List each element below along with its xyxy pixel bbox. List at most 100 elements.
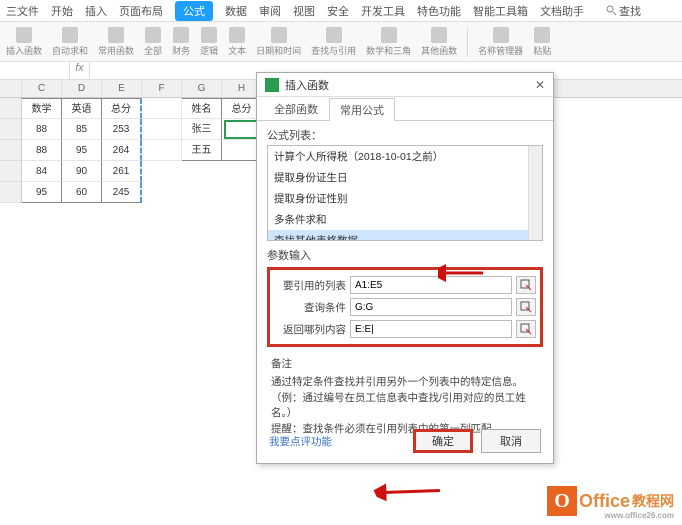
corner-cell[interactable] <box>0 80 22 97</box>
list-item[interactable]: 提取身份证性别 <box>268 188 542 209</box>
col-F[interactable]: F <box>142 80 182 97</box>
grid-icon <box>145 27 161 43</box>
cell-G2[interactable]: 张三 <box>182 119 222 140</box>
lookup-icon <box>326 27 342 43</box>
menu-layout[interactable]: 页面布局 <box>119 3 163 19</box>
menu-doc[interactable]: 文档助手 <box>540 3 584 19</box>
calendar-icon <box>271 27 287 43</box>
ribbon-common[interactable]: 常用函数 <box>98 27 134 57</box>
cell-D3[interactable]: 95 <box>62 140 102 161</box>
range-select-button[interactable] <box>516 320 536 338</box>
menu-special[interactable]: 特色功能 <box>417 3 461 19</box>
formula-list[interactable]: 计算个人所得税（2018-10-01之前） 提取身份证生日 提取身份证性别 多条… <box>267 145 543 241</box>
name-icon <box>493 27 509 43</box>
scrollbar[interactable] <box>528 146 542 240</box>
param-input-cond[interactable] <box>350 298 512 316</box>
menu-dev[interactable]: 开发工具 <box>361 3 405 19</box>
param-box: 要引用的列表 查询条件 返回哪列内容 <box>267 267 543 347</box>
ribbon-text[interactable]: 文本 <box>228 27 246 57</box>
menu-start[interactable]: 开始 <box>51 3 73 19</box>
col-G[interactable]: G <box>182 80 222 97</box>
fx-icon <box>16 27 32 43</box>
menu-formula[interactable]: 公式 <box>175 1 213 21</box>
feedback-link[interactable]: 我要点评功能 <box>269 434 332 449</box>
text-icon <box>229 27 245 43</box>
cell-G3[interactable]: 王五 <box>182 140 222 161</box>
list-item[interactable]: 提取身份证生日 <box>268 167 542 188</box>
cell-F1[interactable] <box>142 98 182 119</box>
dialog-footer: 我要点评功能 确定 取消 <box>257 429 553 453</box>
menu-review[interactable]: 审阅 <box>259 3 281 19</box>
ribbon-all[interactable]: 全部 <box>144 27 162 57</box>
range-select-button[interactable] <box>516 298 536 316</box>
logic-icon <box>201 27 217 43</box>
ribbon-other[interactable]: 其他函数 <box>421 27 457 57</box>
ribbon-paste[interactable]: 粘贴 <box>533 27 551 57</box>
cell-E3[interactable]: 264 <box>102 140 142 161</box>
ribbon-date[interactable]: 日期和时间 <box>256 27 301 57</box>
list-item[interactable]: 多条件求和 <box>268 209 542 230</box>
tab-all-fn[interactable]: 全部函数 <box>263 97 329 120</box>
row-hdr[interactable] <box>0 161 22 182</box>
menu-insert[interactable]: 插入 <box>85 3 107 19</box>
ribbon-autosum[interactable]: 自动求和 <box>52 27 88 57</box>
col-C[interactable]: C <box>22 80 62 97</box>
list-item[interactable]: 计算个人所得税（2018-10-01之前） <box>268 146 542 167</box>
ribbon-math[interactable]: 数学和三角 <box>366 27 411 57</box>
cell-C4[interactable]: 84 <box>22 161 62 182</box>
menu-view[interactable]: 视图 <box>293 3 315 19</box>
list-item-selected[interactable]: 查找其他表格数据 <box>268 230 542 241</box>
col-E[interactable]: E <box>102 80 142 97</box>
cell-D2[interactable]: 85 <box>62 119 102 140</box>
money-icon <box>173 27 189 43</box>
row-hdr[interactable] <box>0 140 22 161</box>
row-hdr[interactable] <box>0 119 22 140</box>
name-box[interactable] <box>0 62 70 79</box>
cell-E1[interactable]: 总分 <box>102 98 142 119</box>
math-icon <box>381 27 397 43</box>
paste-icon <box>534 27 550 43</box>
ribbon-name-mgr[interactable]: 名称管理器 <box>478 27 523 57</box>
logo-icon: O <box>547 486 577 516</box>
param-label-ret: 返回哪列内容 <box>274 322 346 337</box>
cell-E5[interactable]: 245 <box>102 182 142 203</box>
cell-C1[interactable]: 数学 <box>22 98 62 119</box>
menu-file[interactable]: 三文件 <box>6 3 39 19</box>
menu-security[interactable]: 安全 <box>327 3 349 19</box>
menu-search[interactable]: 查找 <box>606 3 641 19</box>
cell-C3[interactable]: 88 <box>22 140 62 161</box>
cell-C2[interactable]: 88 <box>22 119 62 140</box>
cell-E2[interactable]: 253 <box>102 119 142 140</box>
cell-F2[interactable] <box>142 119 182 140</box>
logo-brand: Office <box>579 491 630 512</box>
ok-button[interactable]: 确定 <box>413 429 473 453</box>
cell-G1[interactable]: 姓名 <box>182 98 222 119</box>
range-icon <box>520 279 532 291</box>
tab-common-formula[interactable]: 常用公式 <box>329 98 395 121</box>
insert-function-dialog: 插入函数 ✕ 全部函数 常用公式 公式列表： 计算个人所得税（2018-10-0… <box>256 72 554 464</box>
menu-data[interactable]: 数据 <box>225 3 247 19</box>
ribbon-finance[interactable]: 财务 <box>172 27 190 57</box>
cell-D5[interactable]: 60 <box>62 182 102 203</box>
sigma-icon <box>62 27 78 43</box>
cell-F3[interactable] <box>142 140 182 161</box>
cell-D4[interactable]: 90 <box>62 161 102 182</box>
cancel-button[interactable]: 取消 <box>481 429 541 453</box>
row-hdr[interactable] <box>0 182 22 203</box>
range-select-button[interactable] <box>516 276 536 294</box>
cell-C5[interactable]: 95 <box>22 182 62 203</box>
ribbon-insert-fn[interactable]: 插入函数 <box>6 27 42 57</box>
annotation-arrow-1 <box>438 258 488 288</box>
cell-E4[interactable]: 261 <box>102 161 142 182</box>
ribbon-logic[interactable]: 逻辑 <box>200 27 218 57</box>
app-icon <box>265 78 279 92</box>
row-hdr[interactable] <box>0 98 22 119</box>
param-input-ret[interactable] <box>350 320 512 338</box>
ribbon-lookup[interactable]: 查找与引用 <box>311 27 356 57</box>
col-D[interactable]: D <box>62 80 102 97</box>
note-title: 备注 <box>271 357 539 373</box>
close-button[interactable]: ✕ <box>535 78 545 92</box>
cell-D1[interactable]: 英语 <box>62 98 102 119</box>
fx-label: fx <box>70 62 90 79</box>
menu-smart[interactable]: 智能工具箱 <box>473 3 528 19</box>
